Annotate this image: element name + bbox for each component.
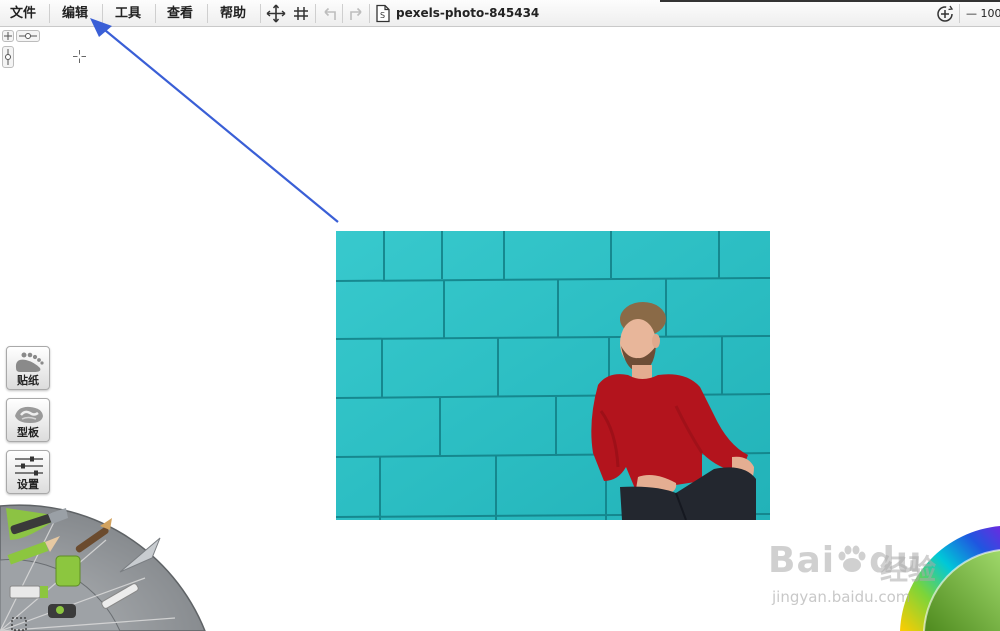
stencils-icon bbox=[15, 406, 43, 423]
stickers-icon bbox=[15, 352, 44, 372]
paint-tube-icon bbox=[55, 555, 81, 587]
watermark-url: jingyan.baidu.com bbox=[772, 588, 911, 606]
airbrush-icon bbox=[48, 604, 76, 618]
stickers-button[interactable]: 贴纸 bbox=[6, 346, 50, 390]
canvas-photo[interactable] bbox=[336, 231, 770, 520]
settings-button[interactable]: 设置 bbox=[6, 450, 50, 494]
stickers-label: 贴纸 bbox=[17, 374, 39, 387]
watermark-logo-text: Bai bbox=[768, 540, 836, 581]
tool-wheel[interactable] bbox=[0, 500, 210, 631]
stencils-label: 型板 bbox=[17, 426, 39, 439]
settings-label: 设置 bbox=[17, 478, 39, 491]
marker-icon bbox=[9, 585, 48, 599]
paw-icon bbox=[835, 542, 869, 572]
watermark-chinese: 经验 bbox=[880, 553, 937, 586]
sliders-icon bbox=[15, 456, 43, 476]
stencils-button[interactable]: 型板 bbox=[6, 398, 50, 442]
